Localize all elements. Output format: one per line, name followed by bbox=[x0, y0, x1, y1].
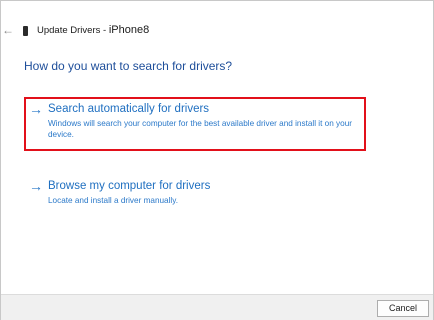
dialog-footer bbox=[1, 294, 433, 320]
browse-computer-option[interactable]: → Browse my computer for drivers Locate … bbox=[29, 179, 329, 207]
cancel-button[interactable]: Cancel bbox=[377, 300, 429, 317]
phone-device-icon bbox=[23, 26, 28, 36]
dialog-title-prefix: Update Drivers - bbox=[37, 25, 109, 36]
update-drivers-dialog: ← Update Drivers - iPhone8 How do you wa… bbox=[0, 0, 434, 320]
option-description: Locate and install a driver manually. bbox=[48, 196, 179, 205]
dialog-title: Update Drivers - iPhone8 bbox=[37, 23, 149, 38]
page-heading: How do you want to search for drivers? bbox=[24, 59, 233, 73]
back-arrow-icon[interactable]: ← bbox=[2, 23, 14, 37]
arrow-right-icon: → bbox=[29, 178, 43, 194]
highlight-box bbox=[24, 97, 366, 151]
device-name: iPhone8 bbox=[108, 24, 150, 36]
option-title: Browse my computer for drivers bbox=[48, 180, 211, 192]
